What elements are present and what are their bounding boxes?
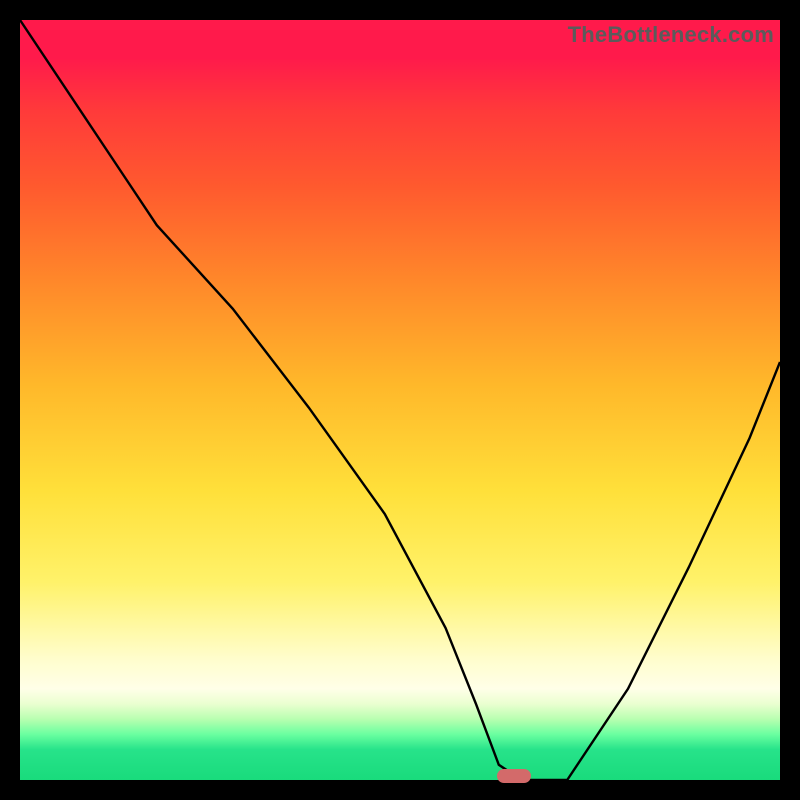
chart-plot-area: TheBottleneck.com <box>20 20 780 780</box>
curve-path <box>20 20 780 780</box>
chart-frame: TheBottleneck.com <box>0 0 800 800</box>
bottleneck-curve <box>20 20 780 780</box>
optimal-marker <box>497 769 531 783</box>
